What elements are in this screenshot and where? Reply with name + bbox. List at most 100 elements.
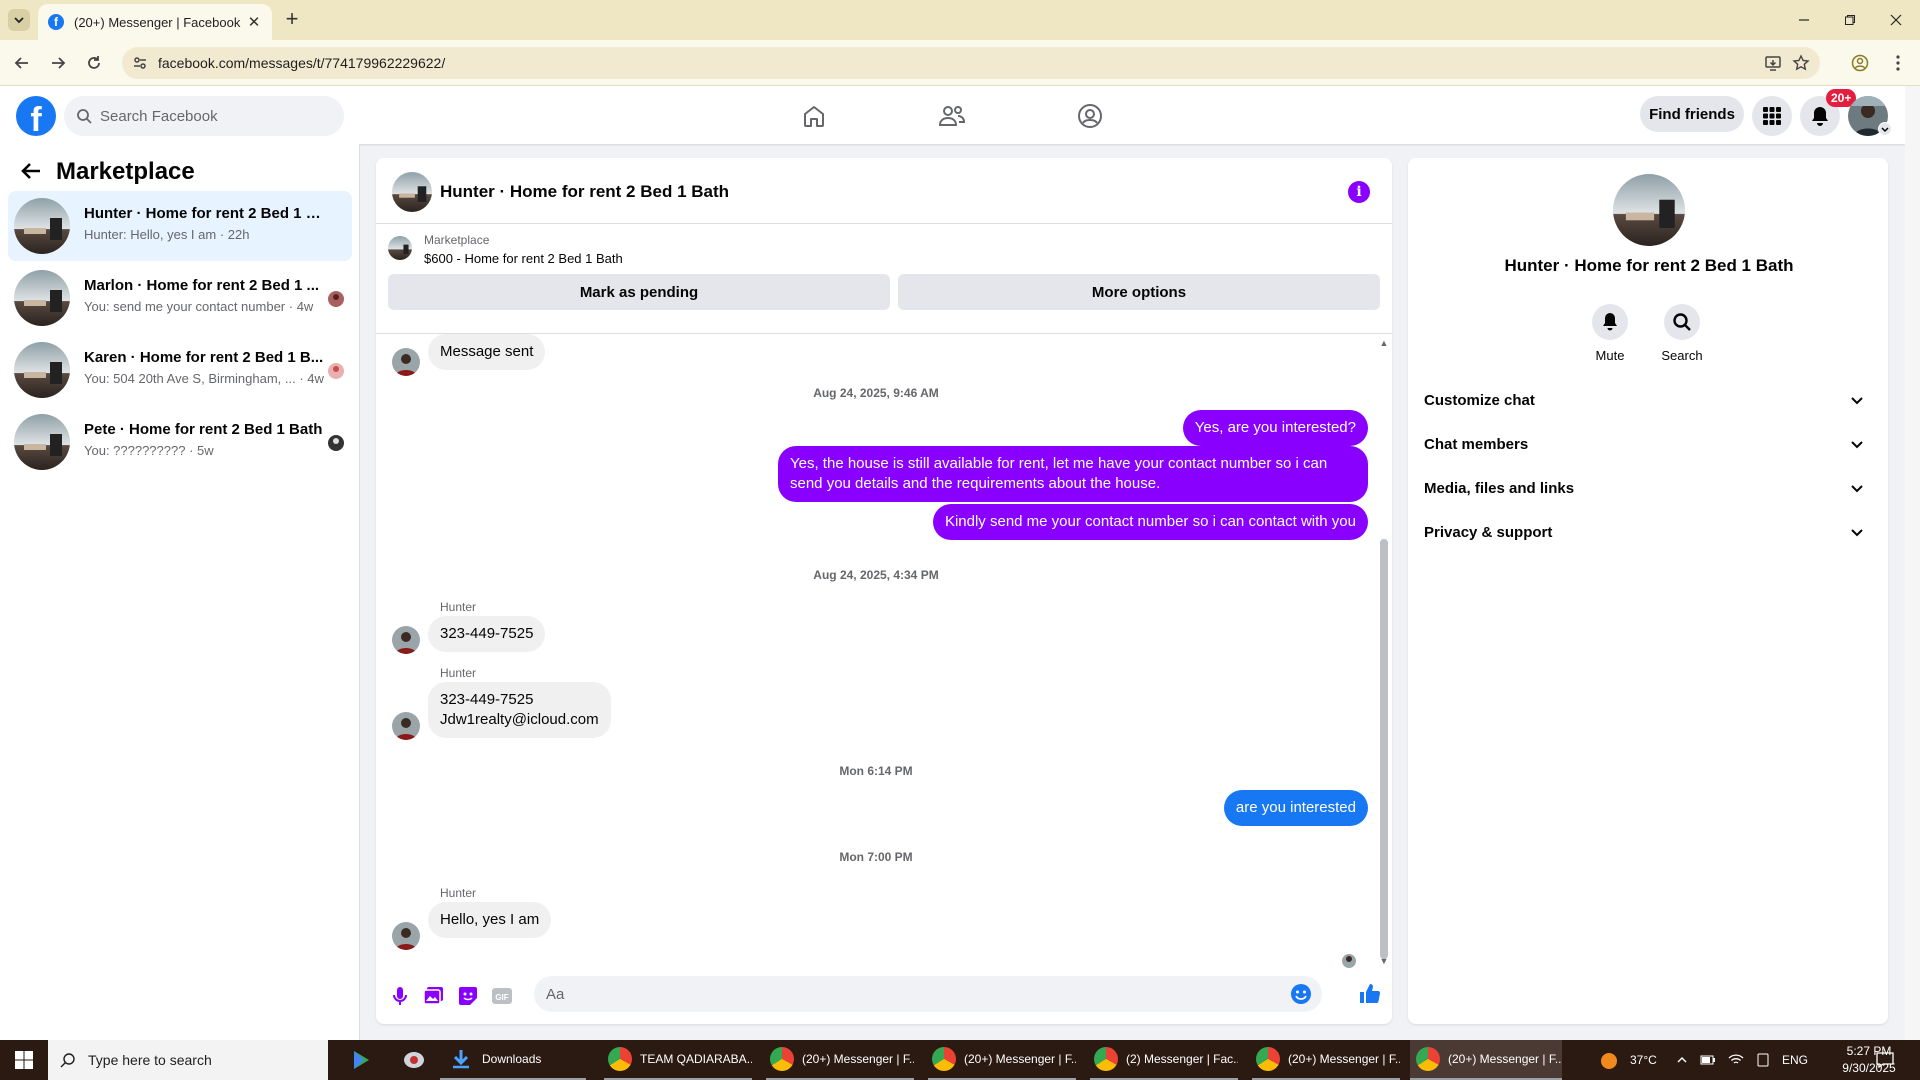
taskbar-search-text: Type here to search bbox=[88, 1052, 212, 1068]
sender-avatar bbox=[392, 712, 420, 740]
mark-as-pending-button[interactable]: Mark as pending bbox=[388, 274, 890, 310]
browser-menu-icon[interactable] bbox=[1886, 51, 1910, 75]
section-label: Customize chat bbox=[1424, 391, 1535, 409]
conversation-preview: You: 504 20th Ave S, Birmingham, ... · 4… bbox=[84, 371, 324, 386]
scroll-up-arrow-icon[interactable]: ▲ bbox=[1379, 338, 1389, 348]
sender-name: Hunter bbox=[440, 886, 477, 900]
info-icon[interactable]: i bbox=[1348, 181, 1370, 203]
chevron-up-icon[interactable] bbox=[1676, 1054, 1688, 1066]
chat-title[interactable]: Hunter · Home for rent 2 Bed 1 Bath bbox=[440, 182, 729, 202]
taskbar-app-chrome[interactable]: (20+) Messenger | F... bbox=[1252, 1040, 1400, 1080]
chrome-icon bbox=[1094, 1047, 1118, 1071]
windows-start-icon[interactable] bbox=[0, 1040, 48, 1080]
taskbar-search[interactable]: Type here to search bbox=[48, 1040, 328, 1080]
tab-search-dropdown-icon[interactable] bbox=[8, 9, 30, 31]
conversation-item-hunter[interactable]: Hunter · Home for rent 2 Bed 1 Bath Hunt… bbox=[8, 191, 352, 261]
device-icon[interactable] bbox=[1756, 1053, 1770, 1067]
timestamp: Mon 7:00 PM bbox=[839, 850, 913, 864]
message-bubble-outgoing[interactable]: Yes, the house is still available for re… bbox=[778, 446, 1368, 502]
conversation-item-pete[interactable]: Pete · Home for rent 2 Bed 1 Bath You: ?… bbox=[8, 407, 352, 477]
chat-members-section[interactable]: Chat members bbox=[1424, 426, 1864, 462]
message-input-box[interactable] bbox=[534, 976, 1322, 1012]
system-tray[interactable]: ENG bbox=[1676, 1040, 1808, 1080]
find-friends-button[interactable]: Find friends bbox=[1640, 96, 1744, 132]
new-tab-icon[interactable]: + bbox=[280, 8, 304, 32]
close-window-icon[interactable] bbox=[1884, 8, 1908, 32]
taskbar-app-chrome[interactable]: TEAM QADIARABA... bbox=[604, 1040, 752, 1080]
read-receipt-avatar bbox=[328, 363, 344, 379]
message-bubble-outgoing[interactable]: Kindly send me your contact number so i … bbox=[932, 504, 1368, 540]
microphone-icon[interactable] bbox=[388, 984, 412, 1008]
home-icon[interactable] bbox=[798, 100, 830, 132]
mute-button[interactable]: Mute bbox=[1580, 304, 1640, 363]
wifi-icon[interactable] bbox=[1728, 1054, 1744, 1066]
taskbar-app-chrome[interactable]: (20+) Messenger | F... bbox=[928, 1040, 1076, 1080]
scroll-down-arrow-icon[interactable]: ▼ bbox=[1379, 956, 1389, 966]
profile-nav-icon[interactable] bbox=[1074, 100, 1106, 132]
bookmark-star-icon[interactable] bbox=[1792, 54, 1810, 72]
message-bubble-incoming[interactable]: Hello, yes I am bbox=[428, 902, 552, 938]
listing-thumbnail bbox=[388, 236, 412, 260]
facebook-search-input[interactable] bbox=[100, 107, 320, 125]
conversation-item-karen[interactable]: Karen · Home for rent 2 Bed 1 B... You: … bbox=[8, 335, 352, 405]
thumbs-up-icon[interactable] bbox=[1358, 982, 1382, 1006]
back-icon[interactable] bbox=[10, 51, 34, 75]
taskbar-app-chrome-active[interactable]: (20+) Messenger | F... bbox=[1410, 1040, 1562, 1080]
gif-icon[interactable]: GIF bbox=[490, 984, 514, 1008]
weather-widget[interactable]: 37°C bbox=[1598, 1040, 1657, 1080]
conversation-avatar bbox=[14, 198, 70, 254]
notification-center-icon[interactable] bbox=[1876, 1052, 1894, 1068]
address-bar[interactable]: facebook.com/messages/t/774179962229622/ bbox=[122, 47, 1820, 79]
menu-grid-icon[interactable] bbox=[1752, 96, 1792, 136]
profile-icon[interactable] bbox=[1848, 51, 1872, 75]
back-arrow-icon[interactable] bbox=[20, 160, 44, 184]
message-bubble-outgoing[interactable]: Yes, are you interested? bbox=[1182, 410, 1368, 446]
message-input[interactable] bbox=[546, 985, 1246, 1003]
language-indicator[interactable]: ENG bbox=[1782, 1053, 1808, 1067]
photo-icon[interactable] bbox=[422, 984, 446, 1008]
more-options-button[interactable]: More options bbox=[898, 274, 1380, 310]
chrome-icon bbox=[770, 1047, 794, 1071]
conversation-info-panel: Hunter · Home for rent 2 Bed 1 Bath Mute… bbox=[1408, 158, 1888, 1024]
taskbar-app-downloads[interactable]: Downloads bbox=[440, 1040, 586, 1080]
google-play-icon[interactable] bbox=[344, 1040, 380, 1080]
reload-icon[interactable] bbox=[82, 51, 106, 75]
browser-tab-active[interactable]: f (20+) Messenger | Facebook ✕ bbox=[38, 4, 272, 40]
chat-scrollbar-thumb[interactable] bbox=[1380, 539, 1388, 959]
friends-icon[interactable] bbox=[936, 100, 968, 132]
privacy-support-section[interactable]: Privacy & support bbox=[1424, 514, 1864, 550]
taskbar-app-chrome[interactable]: (20+) Messenger | F... bbox=[766, 1040, 914, 1080]
sender-avatar bbox=[392, 348, 420, 376]
message-line: Jdw1realty@icloud.com bbox=[440, 711, 599, 728]
account-chevron-icon[interactable] bbox=[1878, 122, 1892, 136]
taskbar-app-chrome[interactable]: (2) Messenger | Fac... bbox=[1090, 1040, 1238, 1080]
tab-close-icon[interactable]: ✕ bbox=[246, 13, 262, 31]
conversation-item-marlon[interactable]: Marlon · Home for rent 2 Bed 1 ... You: … bbox=[8, 263, 352, 333]
info-avatar[interactable] bbox=[1613, 174, 1685, 246]
taskbar-app-label: Downloads bbox=[482, 1052, 542, 1066]
message-bubble-incoming[interactable]: 323-449-7525 Jdw1realty@icloud.com bbox=[428, 682, 611, 738]
restore-icon[interactable] bbox=[1838, 8, 1862, 32]
facebook-search[interactable] bbox=[64, 96, 344, 136]
forward-icon[interactable] bbox=[46, 51, 70, 75]
facebook-logo-icon[interactable]: f bbox=[16, 96, 56, 136]
emoji-icon[interactable] bbox=[1290, 983, 1312, 1005]
message-bubble-incoming[interactable]: 323-449-7525 bbox=[428, 616, 546, 652]
page-scrollbar[interactable] bbox=[1905, 86, 1920, 1040]
site-info-icon[interactable] bbox=[132, 55, 148, 71]
message-bubble-incoming[interactable]: Message sent bbox=[428, 334, 546, 370]
install-app-icon[interactable] bbox=[1764, 54, 1782, 72]
conversation-name: Pete · Home for rent 2 Bed 1 Bath bbox=[84, 421, 323, 438]
minimize-icon[interactable] bbox=[1792, 8, 1816, 32]
message-bubble-outgoing[interactable]: are you interested bbox=[1223, 790, 1368, 826]
listing-title[interactable]: $600 - Home for rent 2 Bed 1 Bath bbox=[424, 251, 623, 266]
taskbar-app-label: (20+) Messenger | F... bbox=[964, 1052, 1076, 1066]
media-files-links-section[interactable]: Media, files and links bbox=[1424, 470, 1864, 506]
customize-chat-section[interactable]: Customize chat bbox=[1424, 382, 1864, 418]
sticker-icon[interactable] bbox=[456, 984, 480, 1008]
battery-icon[interactable] bbox=[1700, 1054, 1716, 1066]
chat-avatar[interactable] bbox=[392, 172, 432, 212]
chevron-down-icon bbox=[1851, 397, 1863, 405]
search-in-conversation-button[interactable]: Search bbox=[1652, 304, 1712, 363]
app-icon[interactable] bbox=[396, 1040, 432, 1080]
